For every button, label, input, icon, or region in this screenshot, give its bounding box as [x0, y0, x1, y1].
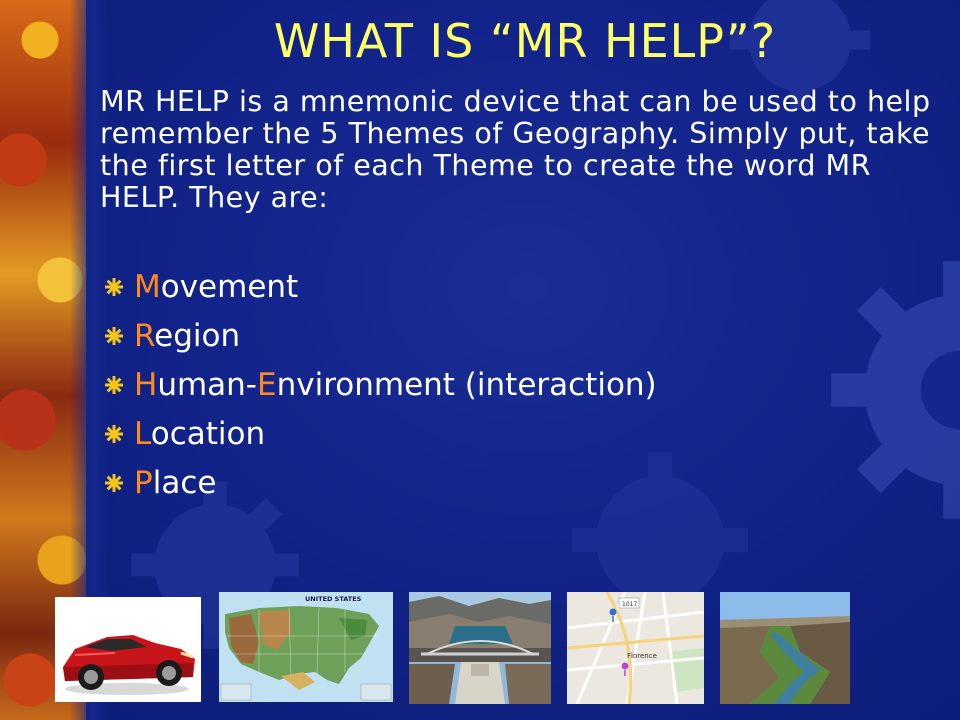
- theme-text: uman-: [157, 366, 257, 403]
- theme-item: Location: [104, 409, 657, 458]
- flower-bullet-icon: [105, 473, 123, 492]
- theme-item: Human-Environment (interaction): [104, 360, 657, 409]
- flower-bullet-icon: [105, 277, 123, 296]
- flower-bullet-icon: [105, 424, 123, 443]
- flower-bullet-icon: [105, 375, 123, 394]
- theme-initial-letter: L: [134, 415, 151, 452]
- theme-initial-letter: R: [134, 317, 155, 354]
- theme-initial-letter: E: [257, 366, 277, 403]
- theme-label: Human-Environment (interaction): [134, 367, 657, 403]
- theme-text: ovement: [160, 268, 299, 305]
- road-number-label: 1017: [622, 601, 637, 608]
- car-image: [55, 597, 201, 702]
- flower-bullet-icon: [105, 326, 123, 345]
- theme-initial-letter: M: [134, 268, 161, 305]
- slide-title: WHAT IS “MR HELP”?: [273, 14, 777, 68]
- map-title-text: UNITED STATES: [305, 595, 362, 603]
- theme-item: Region: [104, 311, 657, 360]
- theme-item: Movement: [104, 262, 657, 311]
- theme-item: Place: [104, 458, 657, 507]
- theme-text: ocation: [150, 415, 266, 452]
- street-map-image: 1017 Florence: [567, 592, 704, 704]
- theme-initial-letter: P: [134, 464, 153, 501]
- theme-label: Place: [134, 465, 216, 501]
- theme-text: nvironment (interaction): [276, 366, 657, 403]
- theme-initial-letter: H: [134, 366, 158, 403]
- themes-list: Movement Region Human-Environment (interac…: [104, 262, 657, 507]
- gear-icon: [831, 261, 960, 519]
- intro-paragraph: MR HELP is a mnemonic device that can be…: [100, 85, 931, 214]
- canyon-image: [720, 592, 850, 704]
- theme-text: lace: [152, 464, 217, 501]
- place-label: Florence: [627, 652, 657, 660]
- theme-label: Location: [134, 416, 265, 452]
- usa-map-image: UNITED STATES: [219, 592, 393, 702]
- slide: WHAT IS “MR HELP”? MR HELP is a mnemonic…: [0, 0, 960, 720]
- theme-label: Region: [134, 318, 240, 354]
- theme-text: egion: [154, 317, 241, 354]
- dam-image: [409, 592, 551, 704]
- theme-label: Movement: [134, 269, 298, 305]
